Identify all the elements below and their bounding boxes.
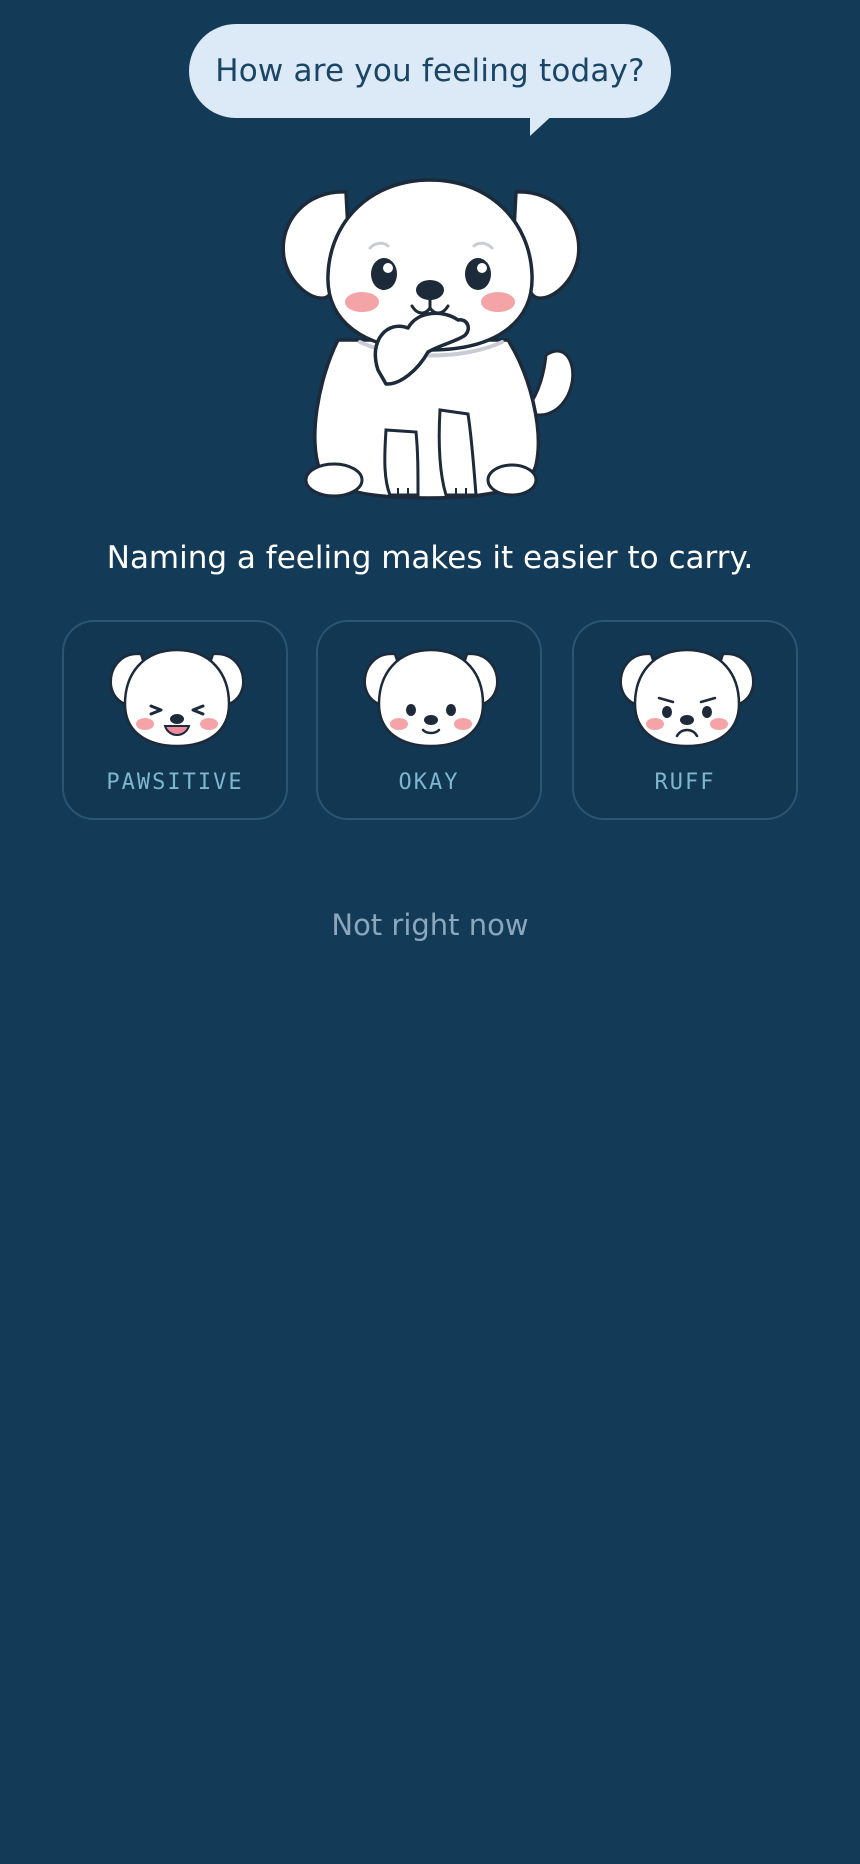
mood-option-pawsitive[interactable]: PAWSITIVE <box>62 620 288 820</box>
mood-options: PAWSITIVE OKAY RUFF <box>60 620 800 822</box>
speech-bubble: How are you feeling today? <box>189 24 671 118</box>
tagline-text: Naming a feeling makes it easier to carr… <box>106 540 754 576</box>
mood-label-okay: OKAY <box>398 770 460 795</box>
thinking-dog-illustration <box>281 178 581 500</box>
speech-bubble-tail <box>530 112 556 136</box>
happy-dog-face-icon <box>109 648 245 748</box>
mood-label-ruff: RUFF <box>654 770 716 795</box>
sad-dog-face-icon <box>619 648 755 748</box>
skip-button[interactable]: Not right now <box>0 908 860 942</box>
mood-label-pawsitive: PAWSITIVE <box>106 770 244 795</box>
mood-option-ruff[interactable]: RUFF <box>572 620 798 820</box>
question-text: How are you feeling today? <box>215 53 645 89</box>
neutral-dog-face-icon <box>363 648 499 748</box>
mood-option-okay[interactable]: OKAY <box>316 620 542 820</box>
